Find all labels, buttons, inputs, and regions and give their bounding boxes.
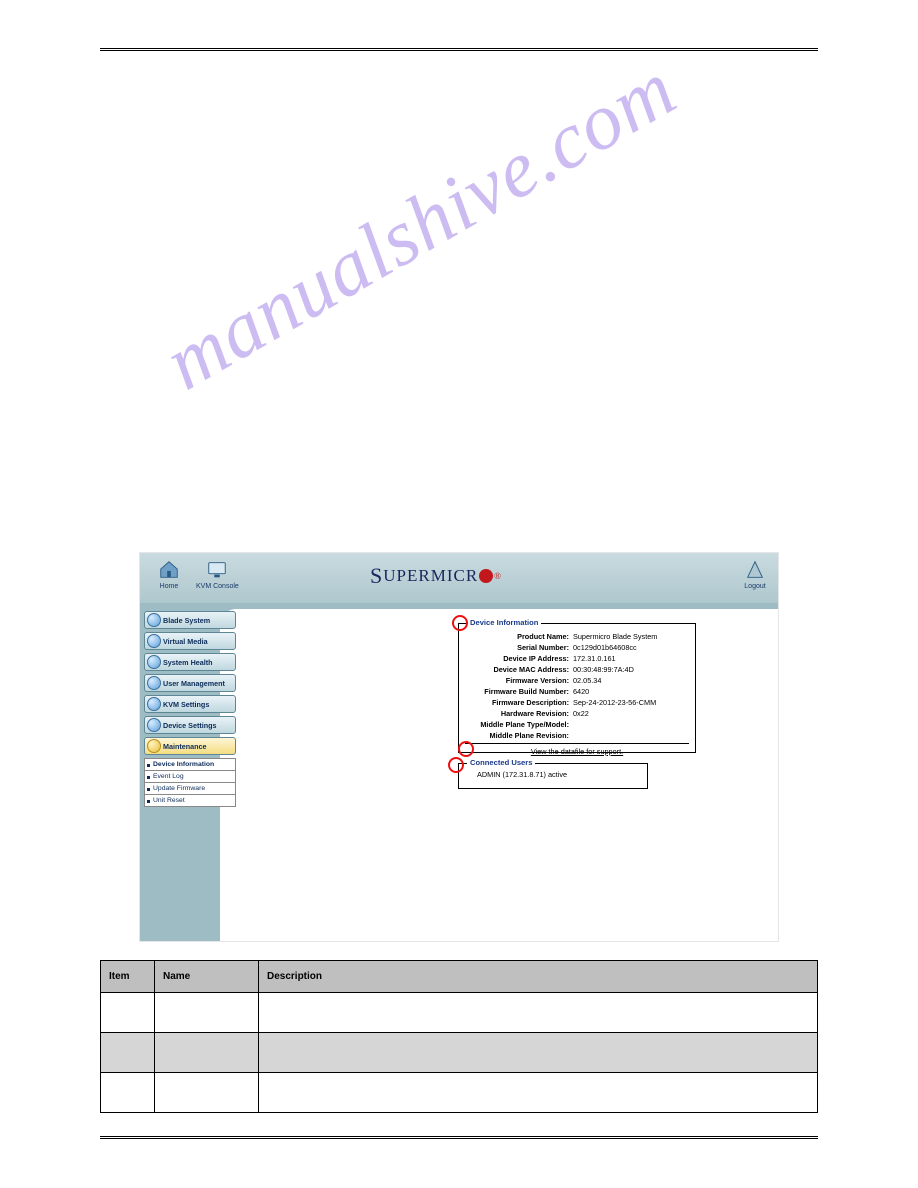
screenshot-panel: Home KVM Console Logout SUPERMICR® Blade	[139, 552, 779, 942]
table-cell	[259, 1033, 818, 1073]
table-cell	[155, 993, 259, 1033]
sidebar-item-label: System Health	[163, 658, 213, 667]
field-value: Sep-24-2012-23-56-CMM	[573, 698, 689, 707]
table-cell	[101, 1033, 155, 1073]
logout-button[interactable]: Logout	[744, 559, 766, 590]
field-label: Firmware Version:	[465, 676, 573, 685]
field-label: Device IP Address:	[465, 654, 573, 663]
table-cell	[259, 993, 818, 1033]
sidebar-item-virtual-media[interactable]: Virtual Media	[144, 632, 236, 650]
sidebar-item-label: Blade System	[163, 616, 210, 625]
sidebar-item-system-health[interactable]: System Health	[144, 653, 236, 671]
home-label: Home	[160, 583, 179, 590]
field-label: Firmware Description:	[465, 698, 573, 707]
globe-icon	[147, 655, 161, 669]
callout-circle-icon	[448, 757, 464, 773]
logout-label: Logout	[744, 583, 765, 590]
field-value: Supermicro Blade System	[573, 632, 689, 641]
submenu-unit-reset[interactable]: Unit Reset	[144, 795, 236, 807]
field-label: Firmware Build Number:	[465, 687, 573, 696]
field-value: 0x22	[573, 709, 689, 718]
sidebar-submenu: Device Information Event Log Update Firm…	[144, 758, 236, 807]
gear-icon	[147, 739, 161, 753]
top-rule	[100, 48, 818, 52]
sidebar-item-kvm-settings[interactable]: KVM Settings	[144, 695, 236, 713]
field-label: Middle Plane Type/Model:	[465, 720, 573, 729]
table-header: Description	[259, 961, 818, 993]
sidebar-item-label: Virtual Media	[163, 637, 208, 646]
panel-legend: Device Information	[467, 618, 541, 627]
field-value: 172.31.0.161	[573, 654, 689, 663]
field-label: Product Name:	[465, 632, 573, 641]
sidebar-item-blade-system[interactable]: Blade System	[144, 611, 236, 629]
sidebar-item-label: Maintenance	[163, 742, 207, 751]
field-value	[573, 731, 689, 740]
panel-legend: Connected Users	[467, 758, 535, 767]
field-value: 02.05.34	[573, 676, 689, 685]
bottom-rule	[100, 1136, 818, 1140]
controls-table: Item Name Description	[100, 960, 818, 1113]
field-value	[573, 720, 689, 729]
field-label: Serial Number:	[465, 643, 573, 652]
table-cell	[101, 1073, 155, 1113]
callout-circle-icon	[452, 615, 468, 631]
connected-users-panel: Connected Users ADMIN (172.31.8.71) acti…	[458, 763, 648, 789]
watermark-text: manualshive.com	[150, 44, 691, 409]
field-value: 0c129d01b64608cc	[573, 643, 689, 652]
logo-dot-icon	[479, 569, 493, 583]
table-cell	[101, 993, 155, 1033]
globe-icon	[147, 676, 161, 690]
table-row	[101, 993, 818, 1033]
table-cell	[155, 1033, 259, 1073]
submenu-device-information[interactable]: Device Information	[144, 758, 236, 771]
table-cell	[259, 1073, 818, 1113]
device-information-panel: Device Information Product Name:Supermic…	[458, 623, 696, 753]
sidebar-item-label: Device Settings	[163, 721, 217, 730]
app-toolbar: Home KVM Console Logout SUPERMICR®	[140, 553, 778, 603]
field-value: 6420	[573, 687, 689, 696]
brand-logo: SUPERMICR®	[370, 563, 502, 589]
logout-icon	[744, 559, 766, 581]
kvm-label: KVM Console	[196, 583, 239, 590]
sidebar: Blade System Virtual Media System Health…	[144, 611, 236, 807]
kvm-console-button[interactable]: KVM Console	[196, 559, 239, 590]
home-icon	[158, 559, 180, 581]
sidebar-item-label: User Management	[163, 679, 225, 688]
submenu-event-log[interactable]: Event Log	[144, 771, 236, 783]
field-label: Hardware Revision:	[465, 709, 573, 718]
table-cell	[155, 1073, 259, 1113]
table-row	[101, 1033, 818, 1073]
sidebar-item-label: KVM Settings	[163, 700, 209, 709]
submenu-update-firmware[interactable]: Update Firmware	[144, 783, 236, 795]
table-header: Name	[155, 961, 259, 993]
sidebar-item-device-settings[interactable]: Device Settings	[144, 716, 236, 734]
table-header: Item	[101, 961, 155, 993]
sidebar-item-user-management[interactable]: User Management	[144, 674, 236, 692]
globe-icon	[147, 697, 161, 711]
globe-icon	[147, 613, 161, 627]
table-row	[101, 1073, 818, 1113]
view-datafile-link[interactable]: View the datafile for support.	[465, 747, 689, 756]
field-label: Middle Plane Revision:	[465, 731, 573, 740]
globe-icon	[147, 718, 161, 732]
field-value: 00:30:48:99:7A:4D	[573, 665, 689, 674]
field-label: Device MAC Address:	[465, 665, 573, 674]
globe-icon	[147, 634, 161, 648]
home-button[interactable]: Home	[158, 559, 180, 590]
monitor-icon	[206, 559, 228, 581]
sidebar-item-maintenance[interactable]: Maintenance	[144, 737, 236, 755]
callout-circle-icon	[458, 741, 474, 757]
